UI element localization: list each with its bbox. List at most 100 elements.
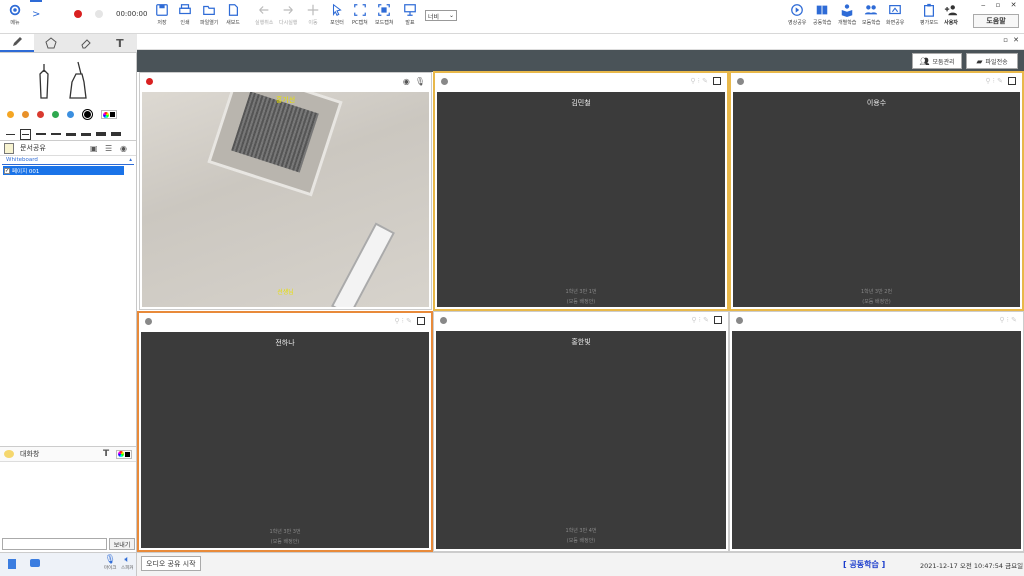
announce-button[interactable]: 발표 [403,3,417,26]
help-button[interactable]: 도움말 [973,14,1019,28]
open-file-button[interactable]: 파일열기 [200,3,218,26]
tile-tools-icon[interactable]: ⚲ ⁝ ✎ [999,316,1017,324]
participant-group: (모둠 배정안) [270,539,300,545]
users-button[interactable]: 사용자 [944,3,958,26]
list-icon[interactable]: ☰ [105,144,112,153]
width-select[interactable]: 너비 ⌄ [425,10,457,21]
line-width-2-selected[interactable] [20,128,31,140]
select-checkbox[interactable] [1008,77,1016,85]
color-swatch[interactable] [37,111,44,118]
color-swatch[interactable] [22,111,29,118]
mic-toggle[interactable]: 🎙︎ 마이크 [104,555,116,571]
pc-capture-button[interactable]: PC캡쳐 [352,3,368,26]
close-icon[interactable]: ✕ [1013,36,1019,44]
checkbox-icon[interactable]: ✓ [4,167,10,174]
tile-tools-icon[interactable]: ⚲ ⁝ ✎ [985,77,1003,85]
select-checkbox[interactable] [713,77,721,85]
line-width-1[interactable] [6,133,15,135]
message-icon[interactable] [30,559,40,567]
text-format-icon[interactable]: T [103,449,109,459]
mic-icon[interactable]: 🎙︎ [415,77,425,86]
speaker-toggle[interactable]: 🔈︎ 스피커 [121,555,133,571]
line-width-options [6,128,134,140]
active-indicator [30,0,42,2]
expand-chevron-icon[interactable]: > [32,9,40,20]
line-width-6[interactable] [81,132,91,136]
chat-input[interactable] [2,538,107,550]
capture-icon [353,4,366,16]
send-button[interactable]: 보내기 [109,538,135,550]
eye-icon[interactable]: ◉ [120,144,127,153]
document-icon[interactable] [8,559,16,569]
select-checkbox[interactable] [714,316,722,324]
undo-button[interactable]: 실행취소 [255,3,273,26]
color-swatch[interactable] [7,111,14,118]
tile-tools-icon[interactable]: ⚲ ⁝ ✎ [394,317,412,325]
floppy-icon[interactable]: ▣ [90,144,98,153]
group-learning-button[interactable]: 모둠학습 [862,3,880,26]
color-swatch-selected[interactable] [82,109,93,120]
restore-icon[interactable]: ▫ [1003,36,1008,44]
new-document-icon [228,4,238,16]
line-width-5[interactable] [66,132,76,136]
print-button[interactable]: 인쇄 [178,3,192,26]
color-swatch[interactable] [67,111,74,118]
mic-icon: 🎙︎ [104,555,116,565]
tab-eraser[interactable] [69,34,103,52]
tile-tools-icon[interactable]: ⚲ ⁝ ✎ [690,77,708,85]
status-dot [441,78,448,85]
save-button[interactable]: 저장 [155,3,169,26]
video-tile-teacher[interactable]: ◉ 🎙︎ 홍기선 선생님 [139,72,432,310]
move-button[interactable]: 이동 [306,3,320,26]
tile-tools-icon[interactable]: ⚲ ⁝ ✎ [691,316,709,324]
color-palette [7,109,117,120]
line-width-4[interactable] [51,133,61,135]
pointer-button[interactable]: 포인터 [330,3,344,26]
whiteboard-group[interactable]: Whiteboard ▴ [2,157,134,165]
evaluation-mode-button[interactable]: 평가모드 [920,3,938,26]
chat-bubble-icon [4,450,14,458]
participant-class: 1학년 3반 4번 [565,528,597,534]
pause-record-button[interactable] [95,10,103,18]
group-manage-button[interactable]: 👥︎ 모둠관리 [912,53,962,69]
chevron-up-icon: ▴ [129,157,132,163]
video-share-button[interactable]: 영상공유 [788,3,806,26]
student-video-feed: 전하나 1학년 3반 3번 (모둠 배정안) [141,332,429,548]
tab-shape[interactable] [34,34,68,52]
joint-learning-button[interactable]: 공동학습 [813,3,831,26]
audio-share-button[interactable]: 오디오 공유 시작 [141,556,201,571]
color-swatch[interactable] [52,111,59,118]
line-width-3[interactable] [36,133,46,135]
color-picker-icon[interactable] [101,110,117,119]
window-controls[interactable]: ‒ ▫ ✕ [981,1,1021,9]
status-dot [736,317,743,324]
video-tile-student[interactable]: ⚲ ⁝ ✎ 이용수 1학년 3반 2번 (모둠 배정안) [729,71,1024,311]
page-list-item[interactable]: ✓ 페이지 001 [3,166,124,175]
student-video-feed: 이용수 1학년 3반 2번 (모둠 배정안) [733,92,1020,307]
individual-learning-button[interactable]: 개별학습 [838,3,856,26]
record-button[interactable] [74,10,82,18]
pentagon-icon [45,37,57,49]
pen-style-options[interactable] [32,60,92,108]
chat-color-picker-icon[interactable] [116,449,132,459]
file-transfer-button[interactable]: ▰ 파일전송 [966,53,1018,69]
video-tile-student[interactable]: ⚲ ⁝ ✎ 홍한빛 1학년 3반 4번 (모둠 배정안) [433,311,729,552]
video-tile-student[interactable]: ⚲ ⁝ ✎ 전하나 1학년 3반 3번 (모둠 배정안) [137,311,433,552]
record-timer: 00:00:00 [116,10,148,18]
line-width-7[interactable] [96,132,106,136]
tab-text[interactable]: T [103,34,137,52]
menu-button[interactable]: 메뉴 [8,3,22,26]
redo-button[interactable]: 다시실행 [279,3,297,26]
video-tile-student[interactable]: ⚲ ⁝ ✎ 김민철 1학년 3반 1번 (모둠 배정안) [433,71,729,311]
tile-header: ⚲ ⁝ ✎ [731,73,1022,91]
learning-mode-label: [ 공동학습 ] [843,560,886,569]
video-tile-empty[interactable]: ⚲ ⁝ ✎ [729,311,1024,552]
board-capture-button[interactable]: 보드캡쳐 [375,3,393,26]
new-board-button[interactable]: 새보드 [226,3,240,26]
line-width-8[interactable] [111,132,121,136]
select-checkbox[interactable] [417,317,425,325]
screen-share-button[interactable]: 화면공유 [886,3,904,26]
participant-name: 홍기선 [275,96,296,104]
location-icon[interactable]: ◉ [403,77,410,86]
tab-pen[interactable] [0,34,35,52]
